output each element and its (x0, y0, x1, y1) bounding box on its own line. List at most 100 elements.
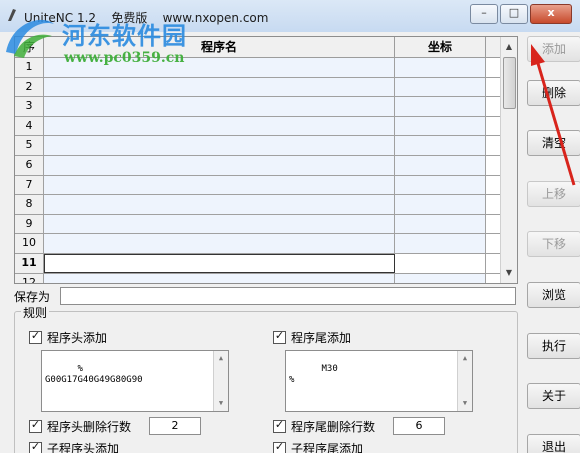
table-row[interactable]: 9 (15, 214, 501, 235)
sub-header-add-checkbox[interactable]: ✓ 子程序头添加 (29, 440, 119, 453)
header-add-checkbox[interactable]: ✓ 程序头添加 (29, 329, 107, 346)
checkbox-box[interactable]: ✓ (29, 418, 42, 433)
scrollbar-thumb[interactable] (503, 57, 516, 109)
column-header-program-name[interactable]: 程序名 (44, 37, 395, 57)
scroll-down-arrow-icon[interactable]: ▼ (501, 265, 517, 281)
coordinate-cell[interactable] (395, 97, 486, 116)
row-index-cell[interactable]: 3 (15, 97, 44, 116)
coordinate-cell[interactable] (395, 155, 486, 175)
table-row[interactable]: 6 (15, 155, 501, 176)
row-index-cell[interactable]: 9 (15, 214, 44, 234)
textarea-scrollbar[interactable]: ▲ ▼ (213, 351, 228, 411)
table-row[interactable]: 3 (15, 97, 501, 117)
coordinate-cell[interactable] (395, 195, 486, 214)
row-index-cell[interactable]: 11 (15, 253, 44, 273)
move-up-button[interactable]: 上移 (527, 181, 580, 207)
minimize-button[interactable]: – (470, 4, 498, 24)
table-row[interactable]: 8 (15, 195, 501, 215)
column-header-index[interactable]: 序 (15, 37, 44, 57)
exit-button[interactable]: 退出 (527, 434, 580, 453)
program-name-cell[interactable] (44, 97, 395, 116)
grid-rows: 1 2 3 4 5 6 7 8 9 10 11 12 (15, 58, 501, 283)
about-button[interactable]: 关于 (527, 383, 580, 409)
program-name-cell[interactable] (44, 116, 395, 136)
header-add-textarea[interactable]: % G00G17G40G49G80G90 ▲ ▼ (41, 350, 229, 412)
checkbox-box[interactable]: ✓ (29, 329, 42, 344)
program-name-cell[interactable] (44, 58, 395, 77)
table-row[interactable]: 12 (15, 273, 501, 283)
save-as-input[interactable] (60, 287, 516, 305)
program-name-cell[interactable] (44, 273, 395, 283)
scroll-up-arrow-icon[interactable]: ▲ (214, 353, 228, 364)
move-down-button[interactable]: 下移 (527, 231, 580, 257)
tail-add-text: M30 % (289, 364, 338, 385)
textarea-scrollbar[interactable]: ▲ ▼ (457, 351, 472, 411)
checkbox-box[interactable]: ✓ (273, 329, 286, 344)
grid-scrollbar[interactable]: ▲ ▼ (500, 37, 517, 283)
program-name-cell[interactable] (44, 253, 395, 273)
column-header-coordinate[interactable]: 坐标 (395, 37, 486, 57)
program-name-cell[interactable] (44, 136, 395, 155)
scroll-down-arrow-icon[interactable]: ▼ (458, 398, 472, 409)
execute-button[interactable]: 执行 (527, 333, 580, 359)
program-name-cell[interactable] (44, 175, 395, 195)
close-button[interactable]: x (530, 4, 572, 24)
table-row[interactable]: 2 (15, 77, 501, 98)
table-row[interactable]: 11 (15, 253, 501, 274)
program-name-cell[interactable] (44, 195, 395, 214)
checkbox-box[interactable]: ✓ (273, 440, 286, 453)
table-row[interactable]: 4 (15, 116, 501, 137)
sub-header-add-label: 子程序头添加 (47, 442, 120, 453)
program-grid[interactable]: 序 程序名 坐标 1 2 3 4 5 6 7 8 9 10 11 12 ▲ ▼ (14, 36, 518, 284)
scroll-up-arrow-icon[interactable]: ▲ (458, 353, 472, 364)
row-index-cell[interactable]: 7 (15, 175, 44, 195)
row-index-cell[interactable]: 8 (15, 195, 44, 214)
program-name-cell[interactable] (44, 214, 395, 234)
coordinate-cell[interactable] (395, 58, 486, 77)
clear-button[interactable]: 清空 (527, 130, 580, 156)
browse-button[interactable]: 浏览 (527, 282, 580, 308)
sub-tail-add-checkbox[interactable]: ✓ 子程序尾添加 (273, 440, 363, 453)
row-index-cell[interactable]: 5 (15, 136, 44, 155)
checkbox-box[interactable]: ✓ (29, 440, 42, 453)
coordinate-cell[interactable] (395, 234, 486, 253)
rules-legend: 规则 (21, 304, 50, 321)
table-row[interactable]: 7 (15, 175, 501, 196)
checkmark-icon: ✓ (30, 440, 41, 453)
header-delete-checkbox[interactable]: ✓ 程序头删除行数 (29, 418, 131, 435)
coordinate-cell[interactable] (395, 273, 486, 283)
program-name-cell[interactable] (44, 77, 395, 97)
coordinate-cell[interactable] (395, 77, 486, 97)
table-row[interactable]: 10 (15, 234, 501, 254)
tail-add-textarea[interactable]: M30 % ▲ ▼ (285, 350, 473, 412)
row-index-cell[interactable]: 2 (15, 77, 44, 97)
coordinate-cell[interactable] (395, 175, 486, 195)
coordinate-cell[interactable] (395, 136, 486, 155)
scroll-up-arrow-icon[interactable]: ▲ (501, 39, 517, 55)
tail-delete-label: 程序尾删除行数 (291, 420, 376, 434)
delete-button[interactable]: 删除 (527, 80, 580, 106)
coordinate-cell[interactable] (395, 214, 486, 234)
row-index-cell[interactable]: 1 (15, 58, 44, 77)
header-delete-label: 程序头删除行数 (47, 420, 132, 434)
row-index-cell[interactable]: 12 (15, 273, 44, 283)
coordinate-cell[interactable] (395, 253, 486, 273)
coordinate-cell[interactable] (395, 116, 486, 136)
table-row[interactable]: 5 (15, 136, 501, 156)
checkbox-box[interactable]: ✓ (273, 418, 286, 433)
row-index-cell[interactable]: 10 (15, 234, 44, 253)
header-delete-count-input[interactable]: 2 (149, 417, 201, 435)
row-index-cell[interactable]: 6 (15, 155, 44, 175)
tail-add-checkbox[interactable]: ✓ 程序尾添加 (273, 329, 351, 346)
program-name-cell[interactable] (44, 155, 395, 175)
table-row[interactable]: 1 (15, 58, 501, 78)
tail-delete-checkbox[interactable]: ✓ 程序尾删除行数 (273, 418, 375, 435)
scroll-down-arrow-icon[interactable]: ▼ (214, 398, 228, 409)
add-button[interactable]: 添加 (527, 36, 580, 62)
row-index-cell[interactable]: 4 (15, 116, 44, 136)
tail-delete-count-input[interactable]: 6 (393, 417, 445, 435)
title-bar[interactable]: UniteNC 1.2 免费版 www.nxopen.com – □ x (0, 0, 580, 32)
maximize-button[interactable]: □ (500, 4, 528, 24)
checkmark-icon: ✓ (274, 329, 285, 342)
program-name-cell[interactable] (44, 234, 395, 253)
